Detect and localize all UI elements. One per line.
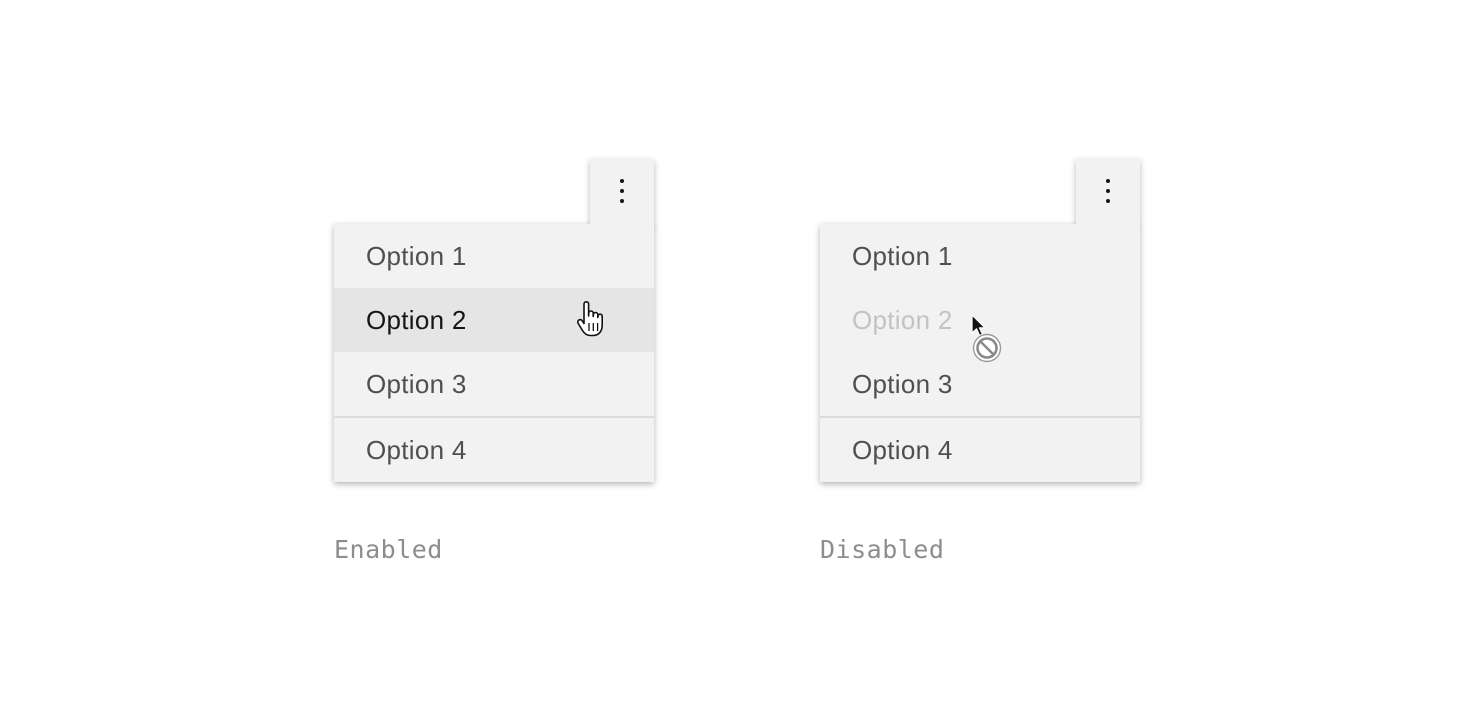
overflow-menu-trigger-button[interactable] xyxy=(590,159,654,225)
menu-option-4[interactable]: Option 4 xyxy=(334,418,654,482)
overflow-menu-disabled-example: Option 1 Option 2 Option 3 Option 4 Disa… xyxy=(820,159,1140,579)
overflow-menu-list: Option 1 Option 2 Option 3 Option 4 xyxy=(334,224,654,482)
hand-pointer-cursor-icon xyxy=(576,301,603,337)
menu-option-4[interactable]: Option 4 xyxy=(820,418,1140,482)
overflow-menu-vertical-icon xyxy=(620,179,624,205)
overflow-menu-vertical-icon xyxy=(1106,179,1110,205)
enabled-caption: Enabled xyxy=(334,535,443,564)
menu-option-1[interactable]: Option 1 xyxy=(334,224,654,288)
disabled-caption: Disabled xyxy=(820,535,945,564)
not-allowed-cursor-icon xyxy=(971,314,1002,363)
menu-option-3[interactable]: Option 3 xyxy=(334,352,654,416)
overflow-menu-enabled-example: Option 1 Option 2 Option 3 Option 4 Enab… xyxy=(334,159,654,579)
trigger-menu-joint xyxy=(1076,221,1140,229)
menu-option-1[interactable]: Option 1 xyxy=(820,224,1140,288)
overflow-menu-trigger-button[interactable] xyxy=(1076,159,1140,225)
trigger-menu-joint xyxy=(590,221,654,229)
